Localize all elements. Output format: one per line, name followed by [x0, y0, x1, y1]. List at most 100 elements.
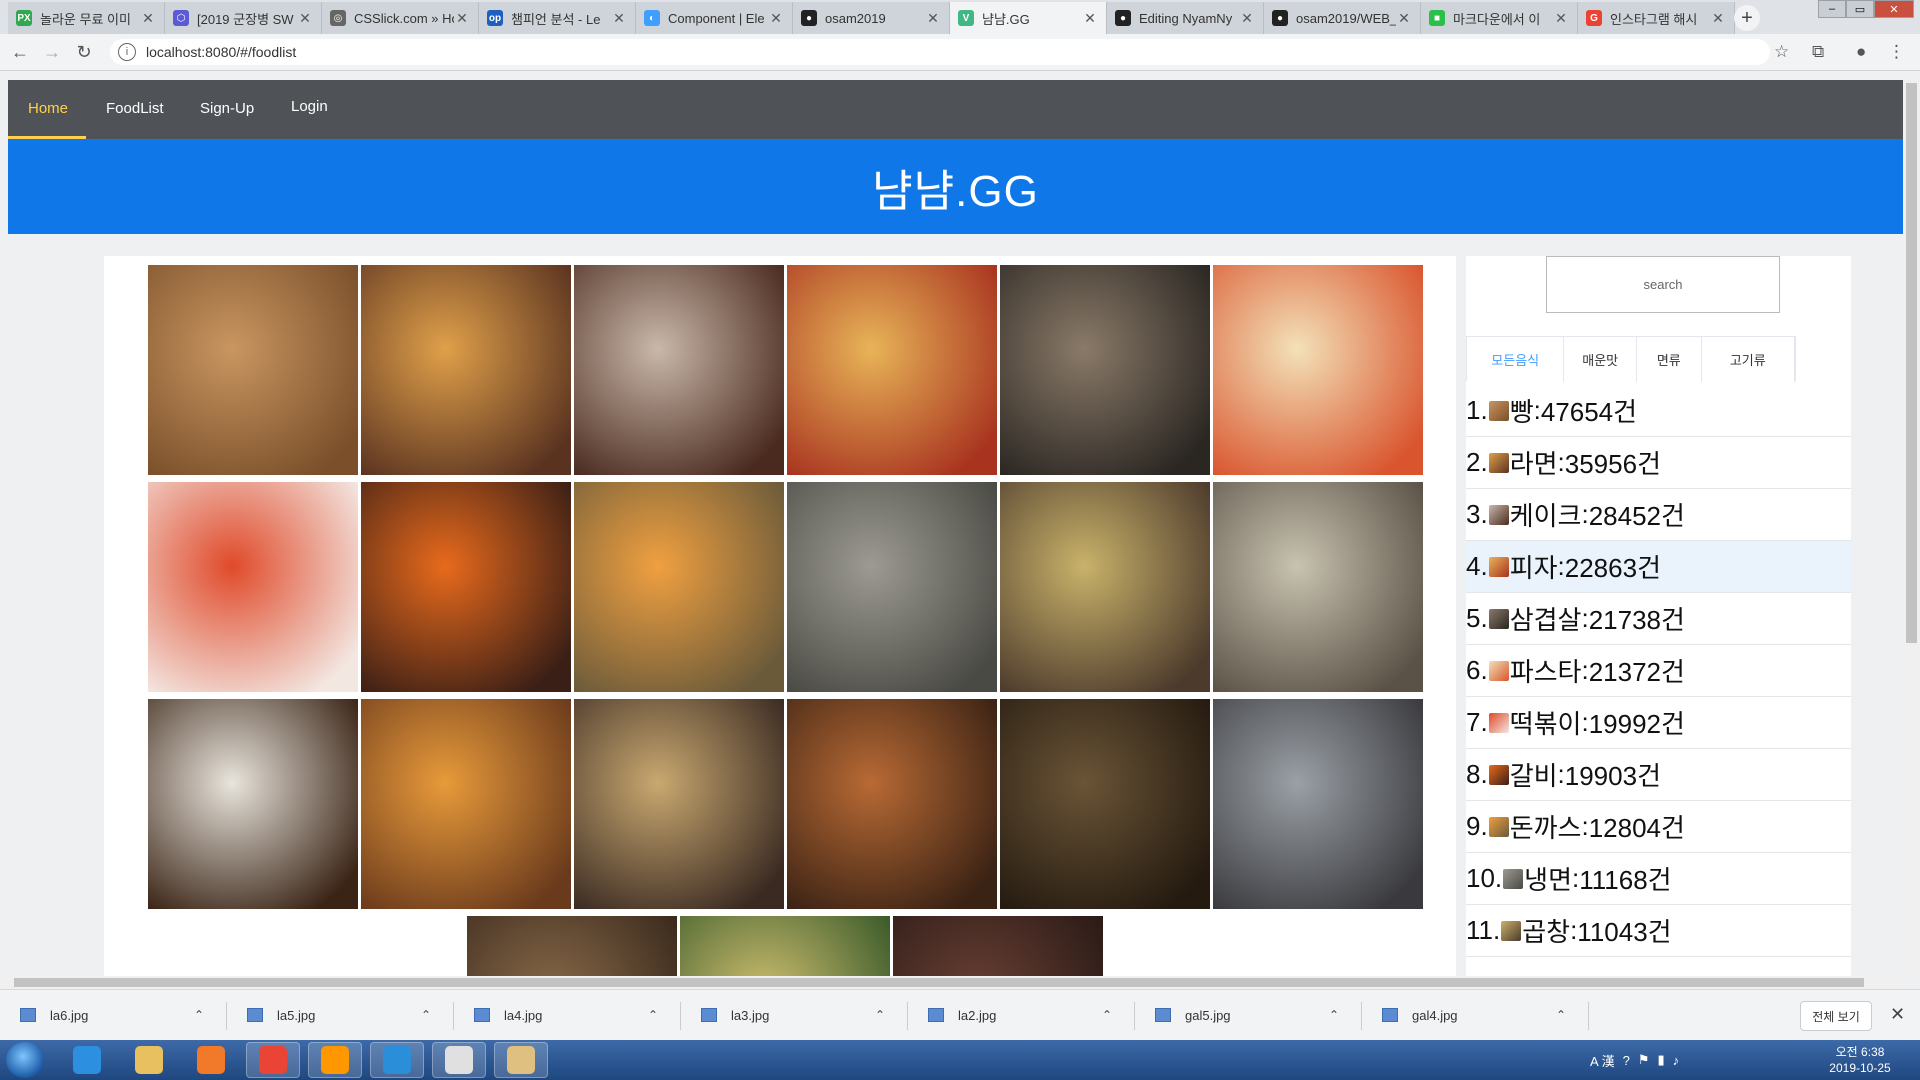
vscode-icon[interactable] — [370, 1042, 424, 1078]
browser-tab[interactable]: ◎ CSSlick.com » Ho ✕ — [322, 2, 479, 34]
flag-icon[interactable]: ⚑ — [1638, 1052, 1650, 1068]
system-clock[interactable]: 오전 6:38 2019-10-25 — [1810, 1044, 1910, 1076]
media-player-icon[interactable] — [184, 1042, 238, 1078]
ranking-item[interactable]: 8. 갈비: 19903건 — [1466, 749, 1851, 801]
horizontal-scrollbar[interactable] — [0, 976, 1903, 989]
download-item[interactable]: la5.jpg ⌃ — [233, 998, 443, 1032]
profile-icon[interactable]: ● — [1856, 42, 1866, 62]
food-image-tea-table[interactable] — [467, 916, 677, 976]
scroll-thumb[interactable] — [1906, 83, 1917, 643]
tab-close-icon[interactable]: ✕ — [1553, 10, 1569, 27]
food-image-donkatsu[interactable] — [574, 482, 784, 692]
chevron-up-icon[interactable]: ⌃ — [1102, 1008, 1112, 1022]
food-image-bread[interactable] — [148, 265, 358, 475]
download-item[interactable]: la4.jpg ⌃ — [460, 998, 670, 1032]
browser-tab[interactable]: ● Editing NyamNy ✕ — [1107, 2, 1264, 34]
food-image-galbi[interactable] — [361, 482, 571, 692]
download-item[interactable]: la6.jpg ⌃ — [6, 998, 216, 1032]
download-item[interactable]: gal5.jpg ⌃ — [1141, 998, 1351, 1032]
chevron-up-icon[interactable]: ⌃ — [194, 1008, 204, 1022]
explorer-icon[interactable] — [122, 1042, 176, 1078]
chevron-up-icon[interactable]: ⌃ — [875, 1008, 885, 1022]
ranking-item[interactable]: 5. 삼겹살: 21738건 — [1466, 593, 1851, 645]
chevron-up-icon[interactable]: ⌃ — [1329, 1008, 1339, 1022]
volume-icon[interactable]: ♪ — [1673, 1053, 1680, 1068]
category-tab[interactable]: 고기류 — [1702, 337, 1795, 382]
browser-tab[interactable]: ■ 마크다운에서 이 ✕ — [1421, 2, 1578, 34]
ie-icon[interactable] — [60, 1042, 114, 1078]
ranking-item[interactable]: 11. 곱창: 11043건 — [1466, 905, 1851, 957]
browser-tab[interactable]: G 인스타그램 해시 ✕ — [1578, 2, 1735, 34]
food-image-burger[interactable] — [361, 699, 571, 909]
reload-icon[interactable]: ↻ — [72, 40, 96, 64]
food-image-side-dishes[interactable] — [680, 916, 890, 976]
tab-close-icon[interactable]: ✕ — [1396, 10, 1412, 27]
food-image-pizza[interactable] — [787, 265, 997, 475]
download-item[interactable]: gal4.jpg ⌃ — [1368, 998, 1578, 1032]
search-input[interactable]: search — [1546, 256, 1780, 313]
scroll-thumb[interactable] — [14, 978, 1864, 987]
sublime-icon[interactable] — [308, 1042, 362, 1078]
browser-tab[interactable]: V 냠냠.GG ✕ — [950, 2, 1107, 34]
minimize-button[interactable]: – — [1818, 0, 1846, 18]
chevron-up-icon[interactable]: ⌃ — [421, 1008, 431, 1022]
back-icon[interactable]: ← — [8, 40, 32, 64]
url-text[interactable]: localhost:8080/#/foodlist — [146, 44, 296, 60]
food-image-samgyeopsal[interactable] — [1000, 265, 1210, 475]
tab-close-icon[interactable]: ✕ — [1082, 10, 1098, 27]
nav-foodlist[interactable]: FoodList — [106, 100, 164, 117]
address-bar[interactable]: i localhost:8080/#/foodlist — [110, 39, 1770, 65]
browser-tab[interactable]: PX 놀라운 무료 이미 ✕ — [8, 2, 165, 34]
ranking-item[interactable]: 9. 돈까스: 12804건 — [1466, 801, 1851, 853]
forward-icon[interactable]: → — [40, 40, 64, 64]
new-tab-button[interactable]: + — [1734, 5, 1760, 31]
browser-tab[interactable]: ◐ Component | Ele ✕ — [636, 2, 793, 34]
food-image-curry-rice[interactable] — [148, 699, 358, 909]
download-item[interactable]: la2.jpg ⌃ — [914, 998, 1124, 1032]
ranking-item[interactable]: 10. 냉면: 11168건 — [1466, 853, 1851, 905]
ime-indicator[interactable]: A 漢 — [1590, 1051, 1615, 1070]
ranking-item[interactable]: 1. 빵: 47654건 — [1466, 385, 1851, 437]
network-icon[interactable]: ▮ — [1657, 1052, 1664, 1068]
tab-close-icon[interactable]: ✕ — [611, 10, 627, 27]
tab-close-icon[interactable]: ✕ — [454, 10, 470, 27]
food-image-sundae[interactable] — [574, 699, 784, 909]
chevron-up-icon[interactable]: ⌃ — [648, 1008, 658, 1022]
nav-home[interactable]: Home — [28, 100, 68, 117]
ranking-item[interactable]: 4. 피자: 22863건 — [1466, 541, 1851, 593]
food-image-ramen[interactable] — [361, 265, 571, 475]
food-image-tteokbokki[interactable] — [148, 482, 358, 692]
browser-tab[interactable]: ● osam2019 ✕ — [793, 2, 950, 34]
tab-close-icon[interactable]: ✕ — [297, 10, 313, 27]
tab-close-icon[interactable]: ✕ — [1239, 10, 1255, 27]
show-all-downloads-button[interactable]: 전체 보기 — [1800, 1001, 1872, 1031]
menu-icon[interactable]: ⋮ — [1888, 42, 1905, 62]
bookmark-star-icon[interactable]: ☆ — [1774, 42, 1789, 62]
food-image-gopchang[interactable] — [1000, 482, 1210, 692]
browser-tab[interactable]: op 챔피언 분석 - Le ✕ — [479, 2, 636, 34]
tab-close-icon[interactable]: ✕ — [140, 10, 156, 27]
food-image-noodle-soup[interactable] — [1213, 482, 1423, 692]
close-downloads-icon[interactable]: ✕ — [1890, 1004, 1905, 1025]
site-info-icon[interactable]: i — [118, 43, 136, 61]
food-image-bowls[interactable] — [893, 916, 1103, 976]
tab-close-icon[interactable]: ✕ — [925, 10, 941, 27]
extension-icon[interactable]: ⧉ — [1812, 42, 1824, 62]
ranking-item[interactable]: 7. 떡볶이: 19992건 — [1466, 697, 1851, 749]
tab-close-icon[interactable]: ✕ — [768, 10, 784, 27]
vertical-scrollbar[interactable] — [1903, 71, 1920, 976]
food-image-cake[interactable] — [574, 265, 784, 475]
category-tab[interactable]: 모든음식 — [1467, 337, 1565, 382]
start-button[interactable] — [6, 1042, 44, 1078]
browser-tab[interactable]: ● osam2019/WEB_ ✕ — [1264, 2, 1421, 34]
nav-login[interactable]: Login — [291, 98, 328, 115]
paint-icon[interactable] — [494, 1042, 548, 1078]
food-image-hotpot[interactable] — [1213, 699, 1423, 909]
chrome-icon[interactable] — [246, 1042, 300, 1078]
window-close-button[interactable]: ✕ — [1874, 0, 1914, 18]
nav-sign-up[interactable]: Sign-Up — [200, 100, 254, 117]
help-icon[interactable]: ? — [1623, 1053, 1630, 1068]
ranking-item[interactable]: 3. 케이크: 28452건 — [1466, 489, 1851, 541]
tab-close-icon[interactable]: ✕ — [1710, 10, 1726, 27]
category-tab[interactable]: 매운맛 — [1564, 337, 1637, 382]
